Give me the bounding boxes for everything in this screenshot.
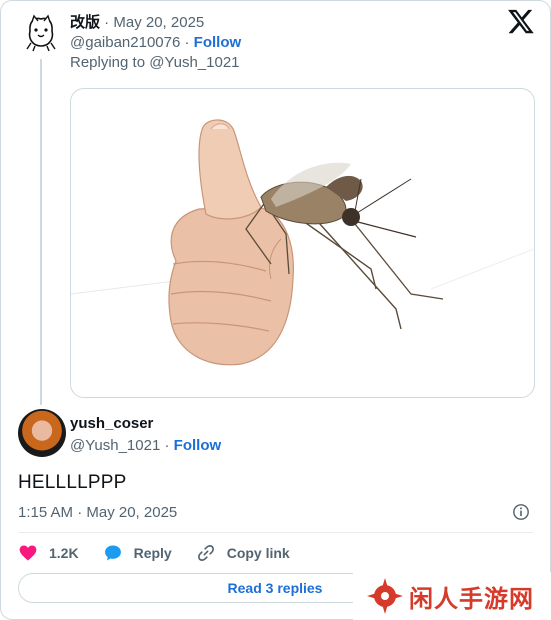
main-display-name[interactable]: yush_coser <box>70 415 153 432</box>
action-bar: 1.2K Reply Copy link <box>18 541 314 565</box>
copy-link-button[interactable]: Copy link <box>196 543 290 563</box>
replying-to: Replying to @Yush_1021 <box>70 54 240 71</box>
tweet-text: HELLLLPPP <box>18 472 127 493</box>
info-icon[interactable] <box>512 503 530 521</box>
tweet-embed-card: 改版 · May 20, 2025 @gaiban210076 · Follow… <box>0 0 551 620</box>
gaiban-avatar[interactable] <box>21 13 61 53</box>
quoted-handle[interactable]: @gaiban210076 <box>70 34 180 51</box>
watermark-text: 闲人手游网 <box>409 585 534 613</box>
watermark-logo-icon <box>367 578 403 614</box>
link-icon <box>197 545 214 561</box>
x-logo-icon[interactable] <box>507 7 535 35</box>
quoted-display-name[interactable]: 改版 <box>70 14 100 31</box>
yush-avatar[interactable] <box>18 409 66 457</box>
like-count: 1.2K <box>49 545 79 561</box>
quoted-tweet-header: 改版 · May 20, 2025 <box>70 11 204 32</box>
quoted-date[interactable]: May 20, 2025 <box>113 14 204 31</box>
site-watermark: 闲人手游网 <box>353 572 551 620</box>
main-follow-separator: · <box>160 437 174 454</box>
quoted-follow-link[interactable]: Follow <box>194 34 242 51</box>
like-button[interactable]: 1.2K <box>18 543 79 563</box>
reply-button[interactable]: Reply <box>103 543 172 563</box>
thread-line <box>40 59 42 405</box>
tweet-media-image[interactable] <box>70 88 535 398</box>
reply-bubble-icon <box>104 545 121 561</box>
main-follow-link[interactable]: Follow <box>174 437 222 454</box>
follow-separator: · <box>180 34 194 51</box>
divider <box>18 532 533 533</box>
quoted-handle-row: @gaiban210076 · Follow <box>70 34 241 51</box>
copy-link-label: Copy link <box>226 545 290 561</box>
header-separator: · <box>100 14 114 31</box>
tweet-timestamp[interactable]: 1:15 AM · May 20, 2025 <box>18 504 177 521</box>
reply-label: Reply <box>133 545 172 561</box>
main-handle[interactable]: @Yush_1021 <box>70 437 160 454</box>
heart-icon <box>19 545 37 561</box>
main-handle-row: @Yush_1021 · Follow <box>70 437 221 454</box>
thumbs-up-mosquito-image <box>71 119 534 366</box>
